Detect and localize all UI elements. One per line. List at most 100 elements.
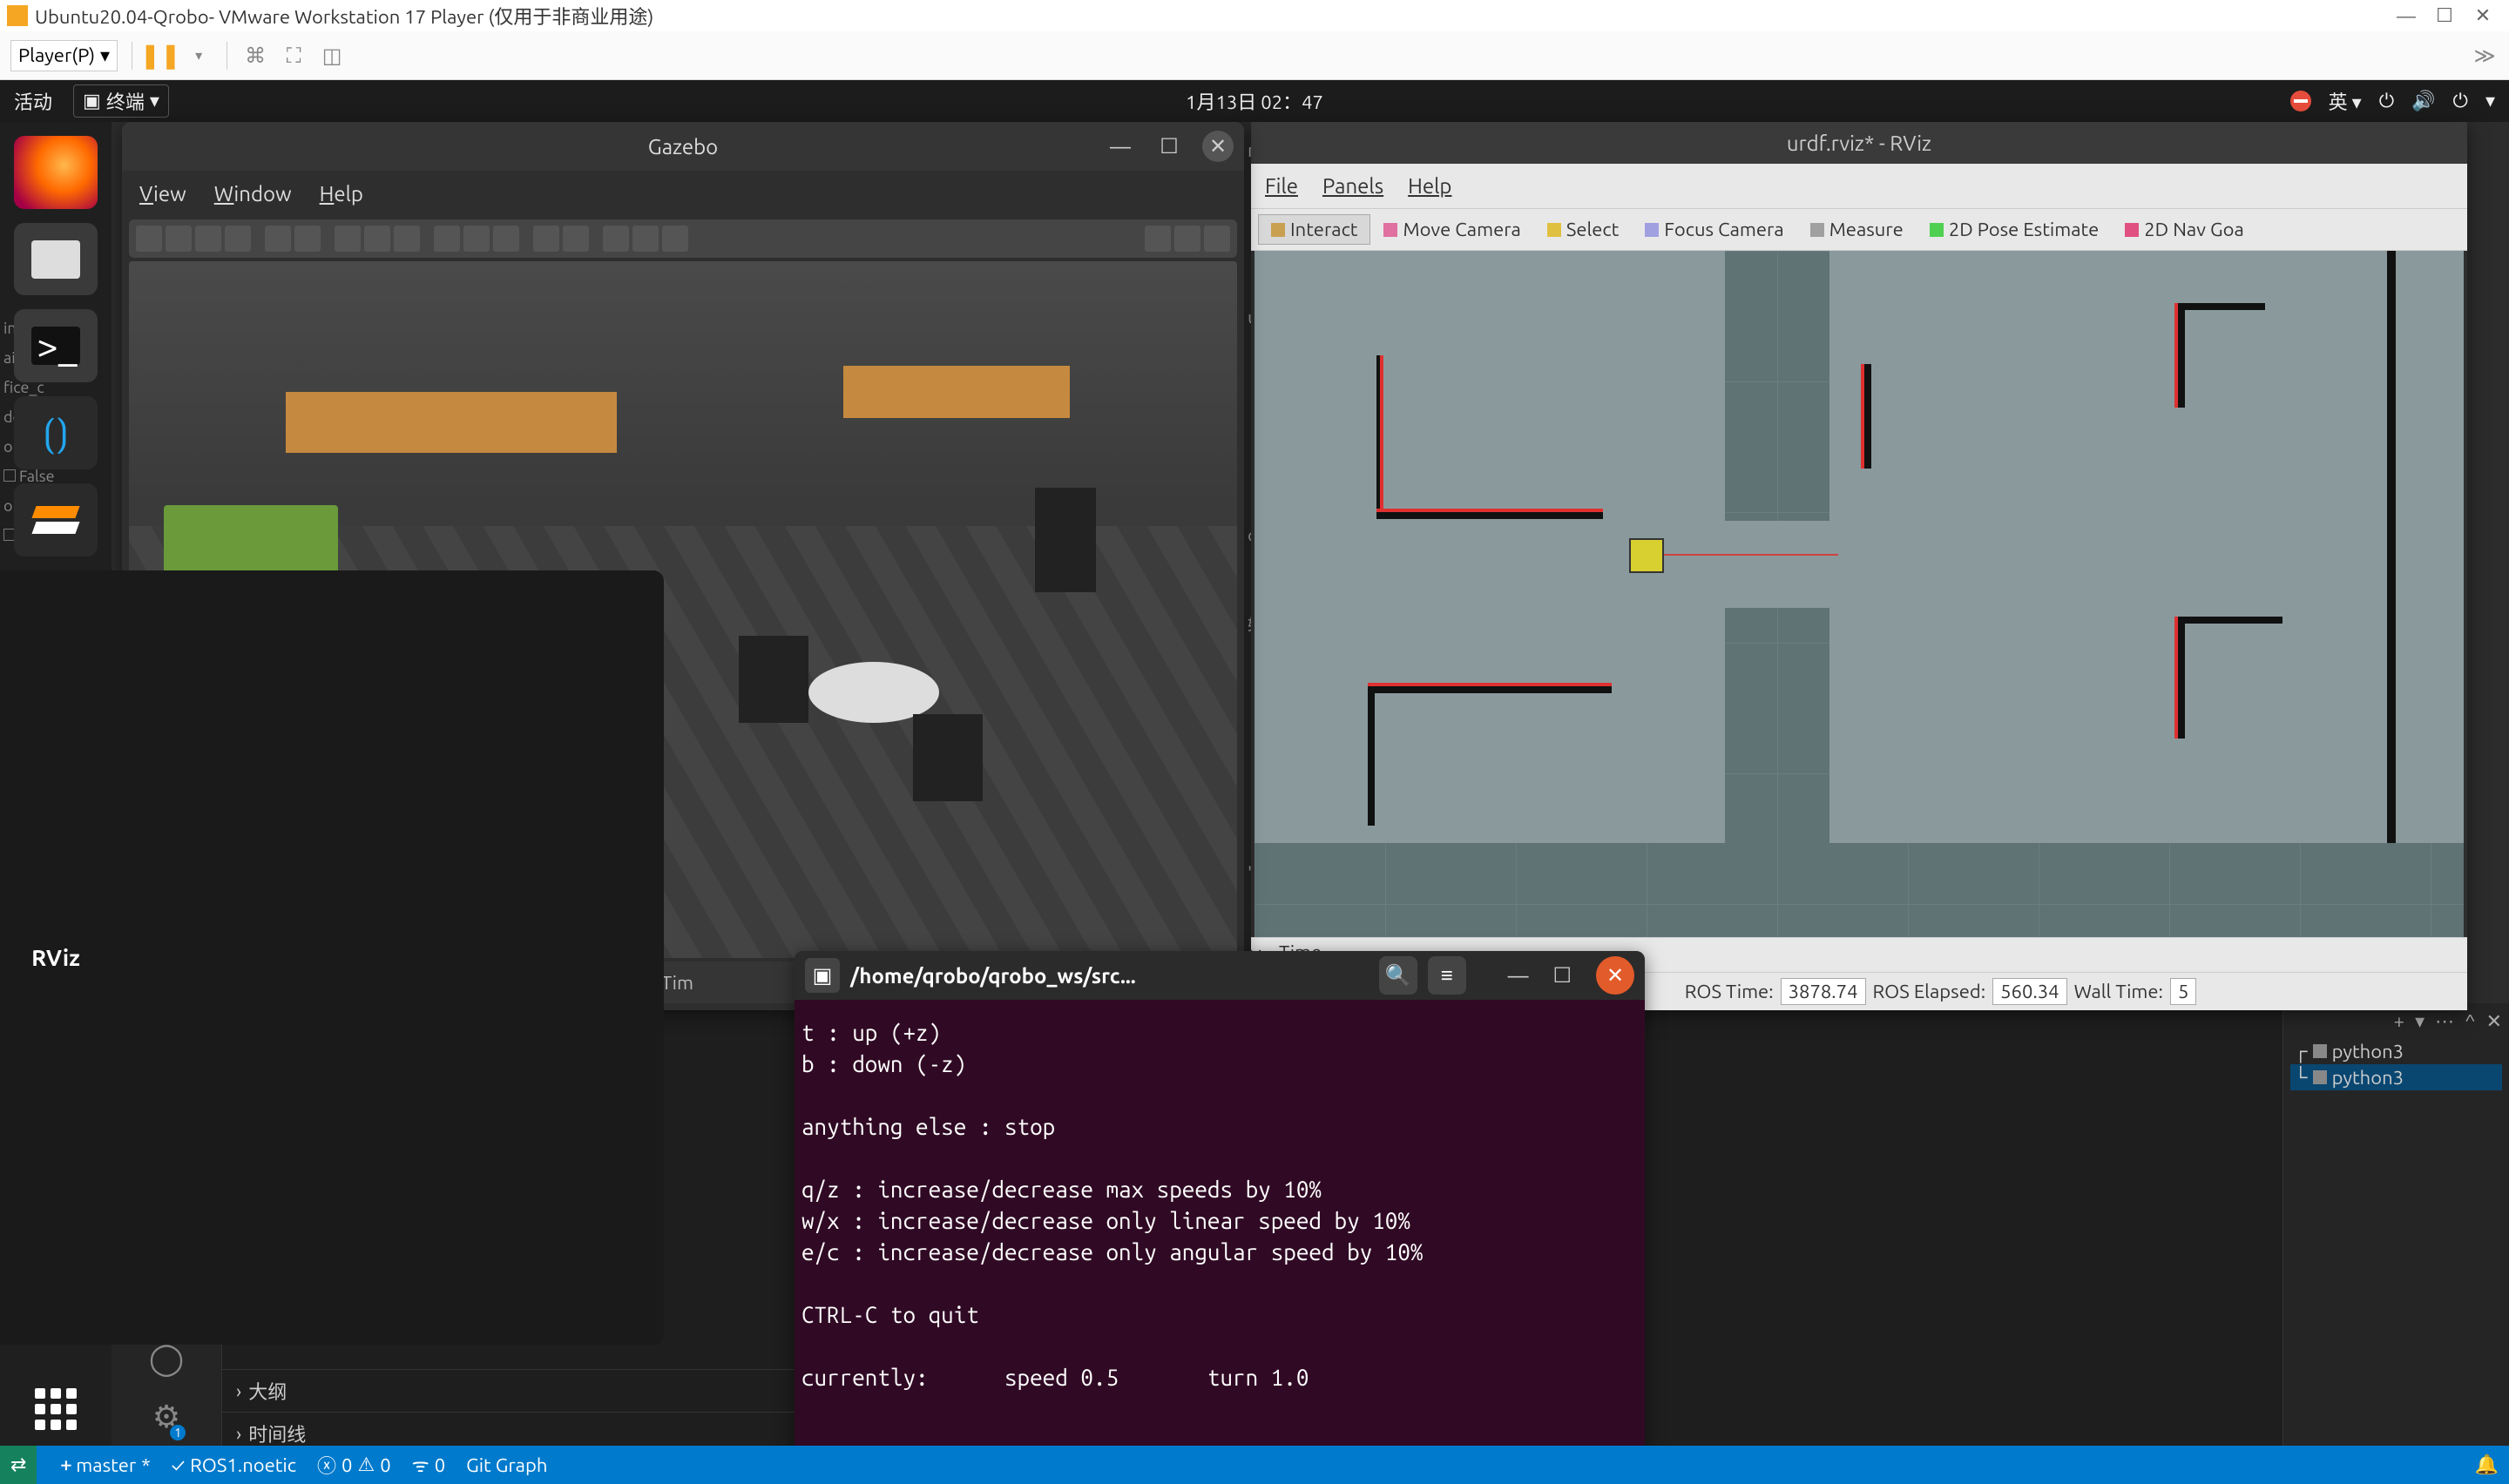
terminal-content[interactable]: t : up (+z) b : down (-z) anything else … xyxy=(795,1000,1645,1411)
translate-tool-icon[interactable] xyxy=(166,226,192,252)
hamburger-icon[interactable]: ≡ xyxy=(1428,956,1466,995)
chevron-up-icon[interactable]: ^ xyxy=(2465,1010,2475,1033)
select-tool[interactable]: Select xyxy=(1534,214,1632,245)
measure-icon[interactable] xyxy=(632,226,659,252)
branch-indicator[interactable]: ᚐmaster* xyxy=(61,1454,150,1476)
vscode-icon[interactable]: ⟮⟯ xyxy=(14,396,98,469)
pause-icon[interactable]: ❚❚ xyxy=(146,42,174,70)
record-icon[interactable] xyxy=(1174,226,1200,252)
minimize-button[interactable]: — xyxy=(1105,131,1136,162)
app-menu[interactable]: ▣ 终端 ▾ xyxy=(73,84,169,118)
minimize-button[interactable]: — xyxy=(1508,964,1529,988)
power-icon[interactable]: ⏻ xyxy=(2453,90,2468,112)
rviz-titlebar[interactable]: urdf.rviz* - RViz xyxy=(1251,122,2467,164)
maximize-button[interactable]: ☐ xyxy=(1153,131,1185,162)
terminal-title: /home/qrobo/qrobo_ws/src... xyxy=(850,964,1369,988)
activities-button[interactable]: 活动 xyxy=(14,87,52,115)
more-icon[interactable]: ≫ xyxy=(2471,42,2499,70)
maximize-button[interactable]: ☐ xyxy=(1552,963,1572,988)
arrow-tool-icon[interactable] xyxy=(136,226,162,252)
terminal-item[interactable]: └python3 xyxy=(2290,1064,2502,1090)
terminal-item[interactable]: ┌python3 xyxy=(2290,1038,2502,1064)
git-branch-icon: ᚐ xyxy=(61,1454,71,1476)
redo-icon[interactable] xyxy=(294,226,321,252)
camera-icon[interactable] xyxy=(1145,226,1171,252)
close-button[interactable]: ✕ xyxy=(2464,3,2502,28)
dnd-icon[interactable] xyxy=(2290,91,2311,111)
send-keys-icon[interactable]: ⌘ xyxy=(241,42,269,70)
add-terminal-icon[interactable]: + xyxy=(2394,1010,2404,1033)
dropdown-icon[interactable]: ▾ xyxy=(2415,1010,2424,1033)
menu-file[interactable]: File xyxy=(1265,174,1298,198)
fullscreen-icon[interactable]: ⛶ xyxy=(280,42,308,70)
menu-view[interactable]: View xyxy=(139,182,186,206)
chevron-down-icon: ▾ xyxy=(150,90,159,112)
language-indicator[interactable]: 英 ▾ xyxy=(2329,87,2362,115)
gazebo-titlebar[interactable]: Gazebo — ☐ ✕ xyxy=(122,122,1244,171)
python-icon xyxy=(2313,1044,2327,1058)
notifications-icon[interactable]: 🔔 xyxy=(2475,1454,2499,1476)
chevron-down-icon: ▾ xyxy=(100,44,110,67)
gear-icon[interactable]: ⚙1 xyxy=(152,1398,180,1435)
ros-indicator[interactable]: ✓ROS1.noetic xyxy=(172,1454,296,1476)
layers-icon[interactable] xyxy=(14,483,98,556)
close-panel-icon[interactable]: ✕ xyxy=(2486,1010,2502,1033)
volume-icon[interactable]: 🔊 xyxy=(2411,90,2435,112)
close-button[interactable]: ✕ xyxy=(1596,956,1634,995)
light-dir-icon[interactable] xyxy=(493,226,519,252)
snap-icon[interactable] xyxy=(603,226,629,252)
view-icon[interactable] xyxy=(662,226,688,252)
copy-icon[interactable] xyxy=(533,226,559,252)
move-camera-tool[interactable]: Move Camera xyxy=(1370,214,1533,245)
firefox-icon[interactable] xyxy=(14,136,98,209)
vscode-terminal-list: + ▾ ⋯ ^ ✕ ┌python3 └python3 xyxy=(2282,1003,2509,1446)
clock[interactable]: 1月13日 02：47 xyxy=(1186,87,1323,115)
scale-tool-icon[interactable] xyxy=(225,226,251,252)
remote-indicator[interactable]: ⇄ xyxy=(0,1446,37,1484)
chevron-down-icon: ▾ xyxy=(2485,90,2495,112)
robot-marker xyxy=(1629,538,1664,573)
interact-tool[interactable]: Interact xyxy=(1258,214,1370,245)
menu-help[interactable]: Help xyxy=(320,182,363,206)
new-tab-icon[interactable]: ▣ xyxy=(805,958,840,993)
terminal-launcher-icon[interactable]: >_ xyxy=(14,309,98,382)
player-menu[interactable]: Player(P) ▾ xyxy=(10,40,118,71)
files-icon[interactable] xyxy=(14,223,98,296)
undo-icon[interactable] xyxy=(265,226,291,252)
menu-help[interactable]: Help xyxy=(1408,174,1451,198)
unity-icon[interactable]: ◫ xyxy=(318,42,346,70)
show-apps-icon[interactable] xyxy=(14,1373,98,1446)
terminal-titlebar[interactable]: ▣ /home/qrobo/qrobo_ws/src... 🔍 ≡ — ☐ ✕ xyxy=(795,951,1645,1000)
rviz-launcher-icon[interactable]: RViz xyxy=(0,570,664,1346)
cylinder-shape-icon[interactable] xyxy=(394,226,420,252)
maximize-button[interactable]: ☐ xyxy=(2425,3,2464,28)
vmware-title: Ubuntu20.04-Qrobo- VMware Workstation 17… xyxy=(35,2,653,30)
focus-camera-tool[interactable]: Focus Camera xyxy=(1632,214,1796,245)
terminal-window: ▣ /home/qrobo/qrobo_ws/src... 🔍 ≡ — ☐ ✕ … xyxy=(795,951,1645,1465)
measure-tool[interactable]: Measure xyxy=(1797,214,1917,245)
nav-goal-tool[interactable]: 2D Nav Goa xyxy=(2112,214,2257,245)
network-icon[interactable]: ⏻ xyxy=(2379,90,2394,112)
account-icon[interactable]: ◯ xyxy=(149,1339,184,1377)
light-spot-icon[interactable] xyxy=(463,226,490,252)
pose-estimate-tool[interactable]: 2D Pose Estimate xyxy=(1917,214,2112,245)
menu-window[interactable]: Window xyxy=(214,182,292,206)
menu-panels[interactable]: Panels xyxy=(1322,174,1383,198)
gazebo-toolbar xyxy=(129,219,1237,258)
dropdown-icon[interactable]: ▾ xyxy=(185,42,213,70)
ubuntu-desktop: 活动 ▣ 终端 ▾ 1月13日 02：47 英 ▾ ⏻ 🔊 ⏻ ▾ insert… xyxy=(0,80,2509,1446)
git-graph-button[interactable]: Git Graph xyxy=(466,1454,547,1476)
minimize-button[interactable]: — xyxy=(2387,3,2425,28)
box-shape-icon[interactable] xyxy=(335,226,361,252)
ports-indicator[interactable]: ᯤ0 xyxy=(412,1452,446,1478)
sphere-shape-icon[interactable] xyxy=(364,226,390,252)
paste-icon[interactable] xyxy=(563,226,589,252)
rotate-tool-icon[interactable] xyxy=(195,226,221,252)
plot-icon[interactable] xyxy=(1204,226,1230,252)
problems-indicator[interactable]: ⓧ0 ⚠0 xyxy=(317,1451,391,1479)
light-point-icon[interactable] xyxy=(434,226,460,252)
rviz-viewport[interactable] xyxy=(1254,251,2464,937)
search-icon[interactable]: 🔍 xyxy=(1379,956,1417,995)
more-icon[interactable]: ⋯ xyxy=(2435,1010,2454,1033)
close-button[interactable]: ✕ xyxy=(1202,131,1234,162)
